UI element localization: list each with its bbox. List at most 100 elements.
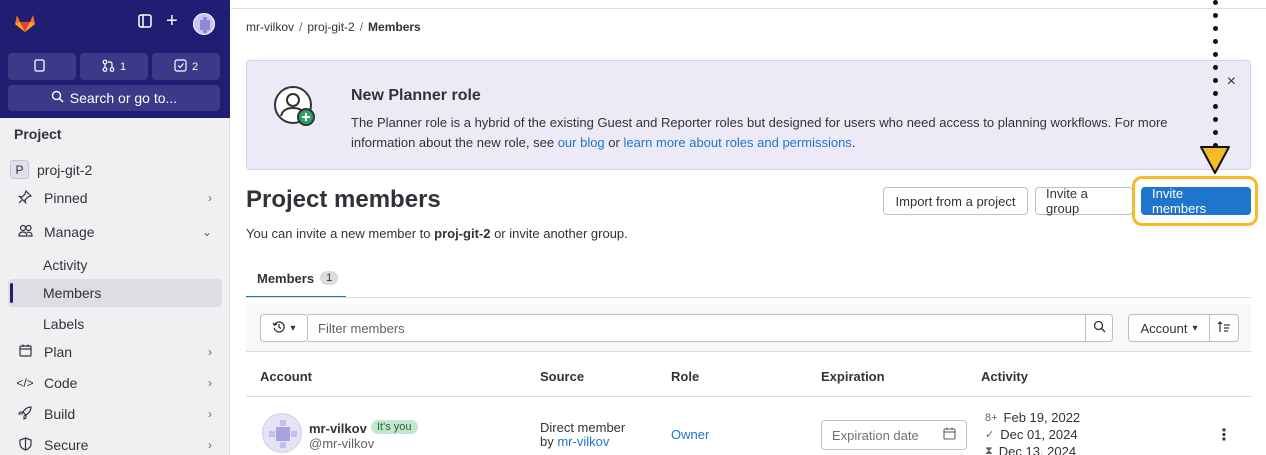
sort-by-select[interactable]: Account ▾ [1128, 314, 1210, 342]
banner-text-part: . [851, 135, 856, 150]
merge-requests-count: 1 [119, 60, 127, 73]
active-indicator [10, 283, 13, 303]
sidebar-item-secure[interactable]: Secure › [8, 431, 222, 455]
banner-text: The Planner role is a hybrid of the exis… [351, 113, 1171, 153]
tab-divider [246, 297, 1251, 298]
shield-icon [16, 436, 34, 454]
search-label: Search or go to... [69, 90, 178, 106]
sidebar-item-label: Plan [44, 344, 73, 360]
member-source: Direct member by mr-vilkov [540, 421, 625, 449]
subtitle-project: proj-git-2 [434, 226, 491, 241]
user-add-illustration-icon [271, 83, 319, 131]
sidebar-item-pinned[interactable]: Pinned › [8, 184, 222, 212]
tab-count-badge: 1 [320, 271, 339, 285]
pin-icon [16, 189, 34, 207]
chevron-right-icon: › [208, 345, 212, 359]
breadcrumb-separator: / [299, 20, 303, 34]
its-you-badge: It's you [371, 420, 418, 434]
search-icon [1093, 320, 1106, 336]
search-button[interactable]: Search or go to... [8, 85, 220, 111]
sort-label: Account [1140, 320, 1188, 336]
activity-date: Dec 01, 2024 [1000, 427, 1078, 442]
sidebar-item-label: Manage [44, 224, 95, 240]
import-from-project-button[interactable]: Import from a project [883, 187, 1028, 215]
column-header-source: Source [540, 369, 585, 384]
breadcrumb-owner[interactable]: mr-vilkov [246, 20, 294, 34]
banner-text-part: or [604, 135, 624, 150]
filter-members-input[interactable]: Filter members [308, 314, 1086, 342]
check-icon: ✓ [985, 429, 995, 441]
chevron-right-icon: › [208, 376, 212, 390]
subtitle-text: You can invite a new member to [246, 226, 435, 241]
sidebar-item-plan[interactable]: Plan › [8, 338, 222, 366]
sort-icon [1217, 320, 1231, 336]
chevron-right-icon: › [208, 438, 212, 452]
sidebar-item-label: Secure [44, 437, 89, 453]
merge-request-icon [102, 59, 115, 75]
invite-group-button[interactable]: Invite a group [1035, 186, 1133, 216]
activity-date: Feb 19, 2022 [1003, 410, 1081, 425]
gitlab-logo-icon[interactable] [14, 13, 36, 36]
member-name[interactable]: mr-vilkov [309, 421, 367, 436]
tab-members[interactable]: Members 1 [246, 260, 346, 298]
todos-count-button[interactable]: 2 [152, 53, 220, 80]
subtitle-text: or invite another group. [490, 226, 628, 241]
sidebar-item-label: Build [44, 406, 76, 422]
column-header-expiration: Expiration [821, 369, 885, 384]
project-avatar: P [10, 160, 29, 179]
calendar-icon [943, 427, 956, 443]
close-icon[interactable]: × [1227, 73, 1236, 91]
annotation-dotted-line [1213, 0, 1219, 156]
filter-search-button[interactable] [1085, 314, 1113, 342]
avatar[interactable] [193, 13, 215, 35]
sidebar-item-label: Code [44, 375, 78, 391]
history-icon [272, 320, 286, 337]
planner-role-banner: New Planner role The Planner role is a h… [246, 60, 1251, 170]
hourglass-icon: ⧗ [985, 445, 993, 455]
sidebar-item-label: Members [43, 285, 102, 301]
sidebar-item-labels[interactable]: Labels [8, 310, 222, 338]
expiration-placeholder: Expiration date [832, 427, 919, 443]
column-header-role: Role [671, 369, 700, 384]
sidebar-project-link[interactable]: P proj-git-2 [10, 160, 92, 179]
roles-permissions-link[interactable]: learn more about roles and permissions [623, 135, 851, 150]
sidebar-item-label: Pinned [44, 190, 88, 206]
expiration-date-input[interactable]: Expiration date [821, 420, 967, 450]
member-username: @mr-vilkov [309, 436, 375, 451]
sidebar-item-members[interactable]: Members [8, 279, 222, 307]
sidebar-item-code[interactable]: </> Code › [8, 369, 222, 397]
annotation-arrow-icon [1199, 144, 1231, 179]
plus-icon[interactable]: + [166, 10, 178, 32]
invite-members-button[interactable]: Invite members [1141, 186, 1251, 216]
sidebar: + 1 2 Search or go to... Project P proj-… [0, 0, 230, 455]
code-icon: </> [16, 376, 34, 390]
activity-user-created: 8+ Feb 19, 2022 [985, 410, 1080, 425]
source-text: Direct member [540, 420, 626, 435]
role-dropdown[interactable]: Owner [671, 427, 709, 442]
top-divider [231, 8, 1266, 9]
todo-icon [174, 58, 187, 75]
breadcrumb-separator: / [359, 20, 364, 34]
chevron-down-icon: ▾ [290, 322, 296, 334]
sidebar-item-manage[interactable]: Manage ⌄ [8, 218, 222, 246]
chevron-down-icon: ▾ [1192, 322, 1198, 334]
avatar[interactable] [262, 413, 302, 453]
merge-requests-count-button[interactable]: 1 [80, 53, 148, 80]
page-subtitle: You can invite a new member to proj-git-… [246, 226, 628, 241]
chevron-right-icon: › [208, 191, 212, 205]
search-icon [51, 90, 64, 106]
breadcrumb-project[interactable]: proj-git-2 [307, 20, 354, 34]
sidebar-header: + 1 2 Search or go to... [0, 0, 230, 118]
sidebar-section-title: Project [14, 126, 62, 142]
kebab-icon[interactable]: ⋮ [1216, 425, 1232, 445]
rocket-icon [16, 405, 34, 423]
recent-searches-button[interactable]: ▾ [260, 314, 308, 342]
issues-count-button[interactable] [8, 53, 76, 80]
sidebar-item-build[interactable]: Build › [8, 400, 222, 428]
sidebar-item-activity[interactable]: Activity [8, 251, 222, 279]
source-user-link[interactable]: mr-vilkov [557, 434, 609, 449]
sidebar-toggle-icon[interactable] [138, 13, 152, 35]
blog-link[interactable]: our blog [558, 135, 605, 150]
sort-direction-button[interactable] [1209, 314, 1239, 342]
breadcrumb-current[interactable]: Members [368, 20, 421, 34]
